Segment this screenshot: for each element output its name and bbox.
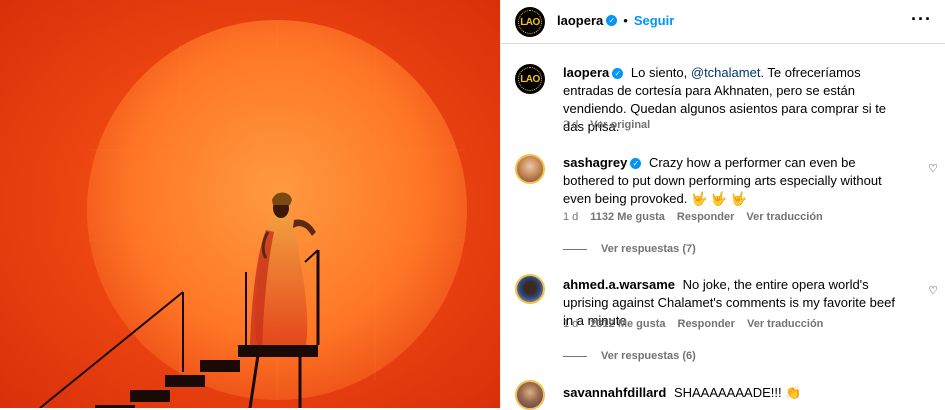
reply-button[interactable]: Responder <box>677 211 734 223</box>
heart-icon[interactable]: ♡ <box>928 162 938 175</box>
comment-avatar[interactable] <box>515 380 545 410</box>
comment-time: 1 d <box>563 211 579 223</box>
comment-text: savannahfdillard SHAAAAAAADE!!! 👏 <box>563 385 802 400</box>
reply-button[interactable]: Responder <box>678 318 735 330</box>
comment-avatar[interactable] <box>515 274 545 304</box>
post-header: LAO laopera ✓ • Seguir ··· <box>501 0 945 44</box>
comments-panel: LAO laopera ✓ • Seguir ··· LAO laopera ✓ … <box>500 0 945 410</box>
author-username[interactable]: laopera <box>557 13 603 28</box>
translate-button[interactable]: Ver traducción <box>747 318 823 330</box>
view-replies-button[interactable]: Ver respuestas (7) <box>563 243 696 255</box>
translate-button[interactable]: Ver traducción <box>746 211 822 223</box>
view-replies-button[interactable]: Ver respuestas (6) <box>563 350 696 362</box>
comment-meta: 2 d Ver original <box>563 119 650 131</box>
view-original-button[interactable]: Ver original <box>590 119 650 131</box>
verified-badge-icon: ✓ <box>630 158 642 170</box>
comment-username[interactable]: sashagrey <box>563 155 627 170</box>
comment-username[interactable]: laopera <box>563 65 609 80</box>
comment-time: 2 d <box>563 119 579 131</box>
comment-avatar[interactable]: LAO <box>515 64 545 94</box>
header-user: laopera ✓ • Seguir <box>557 13 674 28</box>
replies-divider <box>563 355 587 357</box>
post-photo <box>0 0 500 408</box>
replies-divider <box>563 248 587 250</box>
verified-badge-icon: ✓ <box>606 15 618 26</box>
likes-count[interactable]: 1132 Me gusta <box>590 211 665 223</box>
emoji: 🤟 🤟 🤟 <box>690 191 747 206</box>
opera-stage-image <box>0 0 500 408</box>
mention-link[interactable]: @tchalamet <box>691 65 761 80</box>
comment-avatar[interactable] <box>515 154 545 184</box>
comment-meta: 1 d 1132 Me gusta Responder Ver traducci… <box>563 211 823 223</box>
likes-count[interactable]: 2312 Me gusta <box>590 318 665 330</box>
comment-time: 1 d <box>563 318 579 330</box>
comment-meta: 1 d 2312 Me gusta Responder Ver traducci… <box>563 318 823 330</box>
comment-text: sashagrey ✓ Crazy how a performer can eve… <box>563 155 882 206</box>
more-options-icon[interactable]: ··· <box>911 10 932 28</box>
verified-badge-icon: ✓ <box>612 68 624 80</box>
emoji: 👏 <box>785 385 802 400</box>
comment-username[interactable]: ahmed.a.warsame <box>563 277 675 292</box>
author-avatar[interactable]: LAO <box>515 7 545 37</box>
heart-icon[interactable]: ♡ <box>928 284 938 297</box>
comment-username[interactable]: savannahfdillard <box>563 385 666 400</box>
follow-button[interactable]: Seguir <box>634 13 674 28</box>
separator-dot: • <box>623 13 628 28</box>
